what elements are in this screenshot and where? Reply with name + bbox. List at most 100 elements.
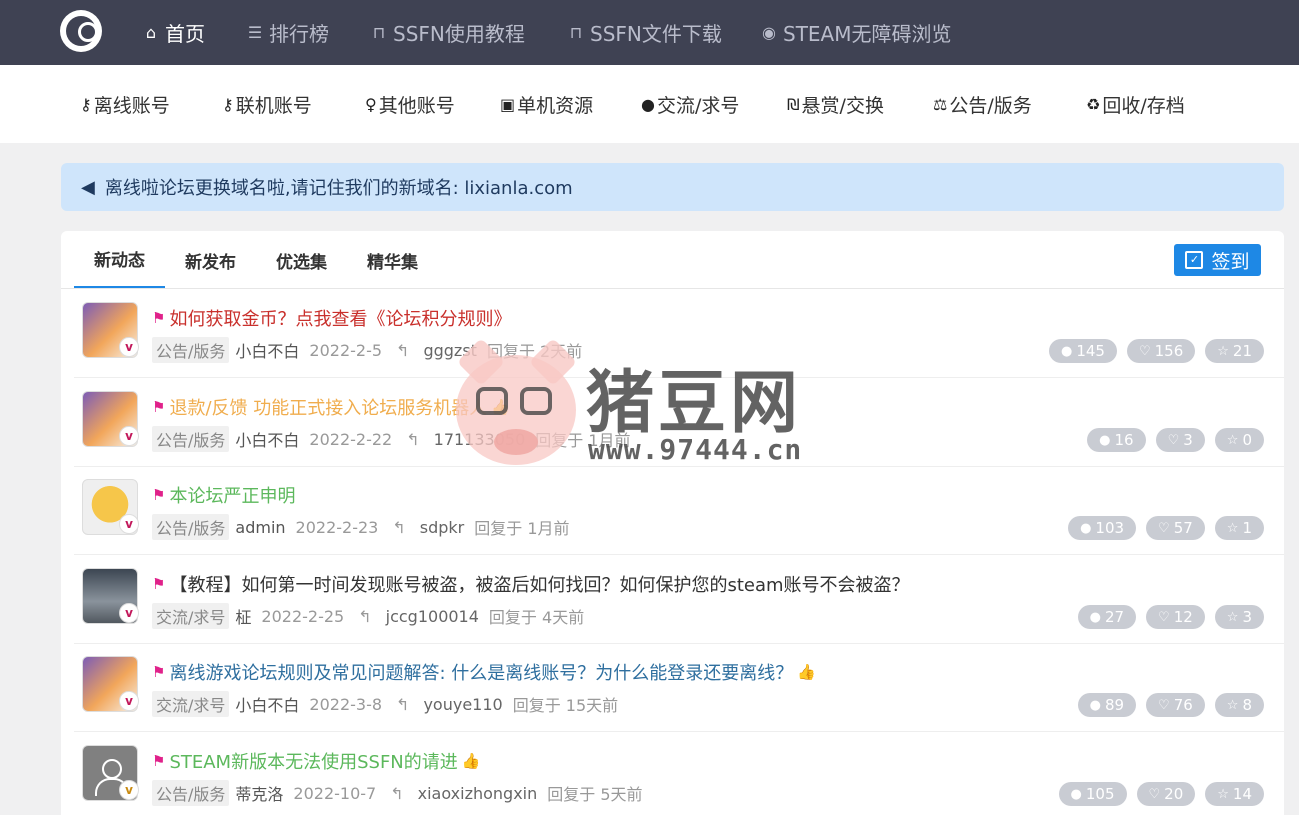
thread-author[interactable]: 小白不白 bbox=[235, 338, 299, 362]
tab-latest-activity[interactable]: 新动态 bbox=[74, 231, 165, 289]
subnav-single-resources[interactable]: ▣ 单机资源 bbox=[500, 65, 593, 143]
notice-text[interactable]: 离线啦论坛更换域名啦,请记住我们的新域名: lixianla.com bbox=[105, 174, 573, 200]
thread-title-text[interactable]: STEAM新版本无法使用SSFN的请进 bbox=[169, 748, 457, 774]
topnav-steam-browse[interactable]: ◉ STEAM无障碍浏览 bbox=[759, 0, 951, 65]
topnav-home[interactable]: ⌂ 首页 bbox=[141, 0, 205, 65]
thread-date: 2022-2-25 bbox=[261, 606, 345, 626]
last-replier[interactable]: youye110 bbox=[423, 695, 502, 714]
subnav-exchange-request[interactable]: ● 交流/求号 bbox=[641, 65, 739, 143]
thread-row[interactable]: v ⚑ 本论坛严正申明 公告/版务 admin 2022-2-23 ↰ sdpkr 回复于 1月… bbox=[74, 466, 1284, 555]
like-count: ♡ 156 bbox=[1126, 339, 1196, 363]
thread-meta: 交流/求号 小白不白 2022-3-8 ↰ youye110 回复于 15天前 bbox=[152, 691, 618, 717]
thread-author[interactable]: 柾 bbox=[235, 604, 251, 628]
thread-title-text[interactable]: 【教程】如何第一时间发现账号被盗，被盗后如何找回？如何保护您的steam账号不会… bbox=[169, 571, 909, 597]
thread-title[interactable]: ⚑ 本论坛严正申明 bbox=[152, 482, 295, 508]
topnav-ssfn-download[interactable]: ⊓ SSFN文件下载 bbox=[566, 0, 722, 65]
key-icon: ⚷ bbox=[222, 94, 234, 114]
steam-icon: ◉ bbox=[762, 23, 776, 42]
verified-badge-icon: v bbox=[119, 780, 139, 800]
thread-title[interactable]: ⚑ 【教程】如何第一时间发现账号被盗，被盗后如何找回？如何保护您的steam账号不… bbox=[152, 571, 910, 597]
subnav-recycle-archive[interactable]: ♻ 回收/存档 bbox=[1086, 65, 1185, 143]
subnav-announcements[interactable]: ⚖ 公告/版务 bbox=[933, 65, 1032, 143]
topnav-ranking[interactable]: ☰ 排行榜 bbox=[245, 0, 329, 65]
thread-author[interactable]: 小白不白 bbox=[235, 427, 299, 451]
tab-new-posts[interactable]: 新发布 bbox=[165, 231, 256, 289]
verified-badge-icon: v bbox=[119, 603, 139, 623]
subnav-offline-accounts[interactable]: ⚷ 离线账号 bbox=[80, 65, 170, 143]
tab-selected[interactable]: 优选集 bbox=[256, 231, 347, 289]
verified-badge-icon: v bbox=[119, 514, 139, 534]
flag-icon: ⚑ bbox=[152, 663, 166, 681]
thread-title-text[interactable]: 退款/反馈 功能正式接入论坛服务机器人 bbox=[169, 394, 487, 420]
star-icon: ☆ bbox=[1226, 697, 1239, 713]
thread-stats: ● 89 ♡ 76 ☆ 8 bbox=[1077, 693, 1264, 717]
thread-category[interactable]: 公告/版务 bbox=[152, 337, 230, 363]
comment-count: ● 89 bbox=[1077, 693, 1137, 717]
comment-icon: ● bbox=[1099, 432, 1111, 448]
verified-badge-icon: v bbox=[119, 426, 139, 446]
thumbs-up-icon: ♡ bbox=[1167, 432, 1180, 448]
thread-author[interactable]: 蒂克洛 bbox=[235, 781, 283, 805]
balance-icon: ⚖ bbox=[933, 94, 948, 114]
subnav-other-accounts[interactable]: ♀ 其他账号 bbox=[365, 65, 455, 143]
user-key-icon: ♀ bbox=[365, 94, 377, 114]
last-replier[interactable]: sdpkr bbox=[420, 518, 465, 537]
thumbs-up-icon: ♡ bbox=[1138, 343, 1151, 359]
reply-icon: ↰ bbox=[392, 517, 406, 537]
thread-tabs: 新动态 新发布 优选集 精华集 bbox=[74, 231, 438, 289]
recycle-icon: ♻ bbox=[1086, 94, 1101, 114]
gamepad-icon: ▣ bbox=[500, 94, 516, 114]
thread-date: 2022-2-22 bbox=[309, 429, 393, 449]
reply-icon: ↰ bbox=[390, 783, 404, 803]
thread-author[interactable]: admin bbox=[235, 518, 285, 537]
signin-button[interactable]: ✓ 签到 bbox=[1174, 244, 1261, 276]
flag-icon: ⚑ bbox=[152, 309, 166, 327]
favorite-count: ☆ 1 bbox=[1214, 516, 1264, 540]
comment-count: ● 145 bbox=[1048, 339, 1117, 363]
thread-title[interactable]: ⚑ 如何获取金币？点我查看《论坛积分规则》 bbox=[152, 305, 511, 331]
thread-row[interactable]: v ⚑ 离线游戏论坛规则及常见问题解答: 什么是离线账号？为什么能登录还要离线？ 👍 交… bbox=[74, 643, 1284, 732]
currency-icon: ₪ bbox=[787, 94, 800, 114]
thumbs-up-icon: 👍 bbox=[461, 752, 481, 770]
thread-title-text[interactable]: 离线游戏论坛规则及常见问题解答: 什么是离线账号？为什么能登录还要离线？ bbox=[169, 659, 793, 685]
like-count: ♡ 57 bbox=[1146, 516, 1205, 540]
last-replier[interactable]: xiaoxizhongxin bbox=[418, 784, 538, 803]
favorite-count: ☆ 21 bbox=[1205, 339, 1264, 363]
thread-row[interactable]: v ⚑ STEAM新版本无法使用SSFN的请进 👍 公告/版务 蒂克洛 2022-10-7 ↰… bbox=[74, 732, 1284, 815]
thread-stats: ● 27 ♡ 12 ☆ 3 bbox=[1077, 605, 1264, 629]
thread-author[interactable]: 小白不白 bbox=[235, 692, 299, 716]
thread-category[interactable]: 公告/版务 bbox=[152, 780, 230, 806]
subnav-reward-trade[interactable]: ₪ 悬赏/交换 bbox=[787, 65, 884, 143]
reply-icon: ↰ bbox=[396, 694, 410, 714]
thread-category[interactable]: 公告/版务 bbox=[152, 514, 230, 540]
favorite-count: ☆ 3 bbox=[1214, 605, 1264, 629]
like-count: ♡ 20 bbox=[1136, 782, 1196, 806]
thread-category[interactable]: 交流/求号 bbox=[152, 603, 230, 629]
like-count: ♡ 3 bbox=[1155, 428, 1205, 452]
thread-category[interactable]: 交流/求号 bbox=[152, 691, 230, 717]
thread-date: 2022-2-23 bbox=[295, 517, 379, 537]
last-replier[interactable]: jccg100014 bbox=[386, 607, 479, 626]
flag-icon: ⚑ bbox=[152, 752, 166, 770]
thread-title-text[interactable]: 如何获取金币？点我查看《论坛积分规则》 bbox=[169, 305, 511, 331]
tab-featured[interactable]: 精华集 bbox=[347, 231, 438, 289]
watermark-text: 猪豆网 bbox=[586, 364, 803, 443]
thread-meta: 公告/版务 admin 2022-2-23 ↰ sdpkr 回复于 1月前 bbox=[152, 514, 570, 540]
comment-icon: ● bbox=[1070, 786, 1082, 802]
thumbs-up-icon: ♡ bbox=[1158, 520, 1170, 536]
thread-title-text[interactable]: 本论坛严正申明 bbox=[169, 482, 295, 508]
subnav-online-accounts[interactable]: ⚷ 联机账号 bbox=[222, 65, 312, 143]
key-icon: ⚷ bbox=[80, 94, 92, 114]
thread-panel: 新动态 新发布 优选集 精华集 ✓ 签到 v ⚑ 如何获取金币？点我查看《论坛积分规则… bbox=[61, 231, 1284, 815]
thread-row[interactable]: v ⚑ 【教程】如何第一时间发现账号被盗，被盗后如何找回？如何保护您的steam账号… bbox=[74, 555, 1284, 644]
flag-icon: ⚑ bbox=[152, 575, 166, 593]
flag-icon: ⚑ bbox=[152, 398, 166, 416]
thread-title[interactable]: ⚑ 离线游戏论坛规则及常见问题解答: 什么是离线账号？为什么能登录还要离线？ 👍 bbox=[152, 659, 816, 685]
thread-title[interactable]: ⚑ STEAM新版本无法使用SSFN的请进 👍 bbox=[152, 748, 480, 774]
thumbs-up-icon: ♡ bbox=[1148, 786, 1161, 802]
steam-logo-icon[interactable] bbox=[60, 10, 102, 52]
topnav-ssfn-tutorial[interactable]: ⊓ SSFN使用教程 bbox=[369, 0, 525, 65]
star-icon: ☆ bbox=[1226, 520, 1239, 536]
comment-icon: ● bbox=[641, 94, 655, 114]
thread-category[interactable]: 公告/版务 bbox=[152, 426, 230, 452]
